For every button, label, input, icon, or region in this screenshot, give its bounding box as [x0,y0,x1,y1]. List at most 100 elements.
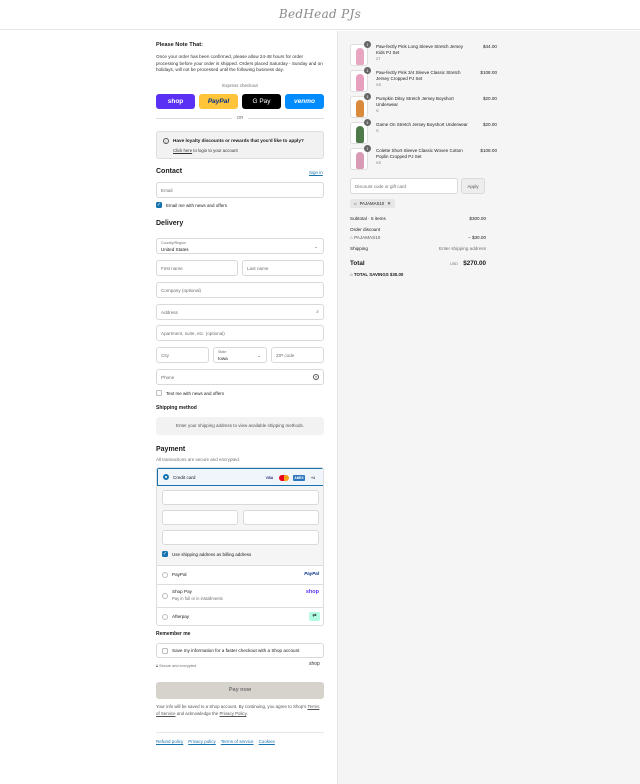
terms-text: Your info will be saved to a Shop accoun… [156,704,324,717]
loyalty-login-link[interactable]: Click here [173,148,192,153]
card-form: ✓ Use shipping address as billing addres… [157,486,323,566]
country-select[interactable]: Country/Region United States ⌄ [156,238,324,254]
phone-field[interactable]: Phone ? [156,369,324,385]
afterpay-radio[interactable] [162,614,168,620]
footer-links: Refund policy Privacy policy Terms of se… [156,739,275,744]
terms-of-service-footer-link[interactable]: Terms of service [221,739,254,744]
shop-pay-option[interactable]: Shop Pay Pay in full or in installments … [157,585,323,608]
loyalty-title: Have loyalty discounts or rewards that y… [173,138,304,143]
discount-code-field[interactable]: Discount code or gift card [350,178,458,194]
order-discount-code-row: ⌂ PAJAMAS10 − $30.00 [350,235,486,240]
expiration-field[interactable] [162,510,238,525]
express-wallets: shop PayPal G Pay venmo [156,94,324,109]
shop-pay-radio[interactable] [162,593,168,599]
cart-item: 1 Pumpkin Ditsy Stretch Jersey Boyshort U… [350,93,497,120]
cookies-link[interactable]: Cookies [259,739,275,744]
product-name: Game On Stretch Jersey Boyshort Underwea… [376,122,468,134]
applied-discount-code: PAJAMAS10 [359,201,385,206]
amex-icon: AMEX [293,475,305,481]
shipping-row: Shipping Enter shipping address [350,246,486,251]
shop-pay-subtitle: Pay in full or in installments [172,596,223,601]
more-cards-badge[interactable]: +4 [309,475,317,481]
product-image [356,74,364,91]
pay-now-button[interactable]: Pay now [156,682,324,699]
cart-item: 1 Paw-fectly Pink 3/4 Sleeve Classic Stre… [350,67,497,94]
security-code-field[interactable] [243,510,319,525]
email-field[interactable]: Email [156,182,324,198]
cart-item: 1 Paw-fectly Pink Long Sleeve Stretch Jer… [350,41,497,68]
city-field[interactable]: City [156,347,209,363]
address-field[interactable]: Address ⌕ [156,304,324,320]
last-name-field[interactable]: Last name [242,260,324,276]
remember-me-label: Save my information for a faster checkou… [172,648,300,653]
newsletter-checkbox[interactable]: ✓ [156,202,162,208]
shipping-method-message: Enter your shipping address to view avai… [156,417,324,435]
state-label: State [218,350,227,354]
product-price: $20.00 [482,122,497,127]
google-pay-button[interactable]: G Pay [242,94,281,109]
state-select[interactable]: State Iowa ⌄ [213,347,267,363]
contact-heading: Contact [156,168,183,175]
site-header: BedHead PJs [0,0,640,30]
product-title: Paw-fectly Pink Long Sleeve Stretch Jers… [376,44,464,55]
terms-text-3: . [246,710,248,716]
newsletter-checkbox-row[interactable]: ✓ Email me with news and offers [156,202,227,208]
search-icon: ⌕ [316,309,319,315]
product-image [356,48,364,65]
checkout-main: Please Note That: Once your order has be… [0,31,337,784]
total-value: $270.00 [463,260,486,267]
total-row: Total USD $270.00 [350,260,486,270]
quantity-badge: 1 [364,93,371,100]
remember-me-heading: Remember me [156,631,191,637]
apply-discount-button[interactable]: Apply [461,178,485,194]
help-icon[interactable]: ? [313,374,319,380]
name-on-card-field[interactable] [162,530,319,545]
refund-policy-link[interactable]: Refund policy [156,739,183,744]
loyalty-subtitle: Click here to login to your account [173,148,238,153]
secure-label: Secure and encrypted [159,664,197,668]
state-value: Iowa [218,356,228,361]
terms-text-2: and acknowledge the [175,710,220,716]
sms-checkbox[interactable] [156,390,162,396]
paypal-radio[interactable] [162,572,168,578]
total-savings-row: ⌂ TOTAL SAVINGS $30.00 [350,272,486,277]
shipping-label: Shipping [350,246,368,251]
visa-icon: VISA [265,476,274,480]
remove-discount-icon[interactable]: ✕ [387,199,391,208]
remember-me-checkbox[interactable] [162,648,168,654]
privacy-policy-footer-link[interactable]: Privacy policy [188,739,216,744]
email-placeholder: Email [161,188,173,193]
product-variant: XS [376,161,382,165]
remember-me-row[interactable]: Save my information for a faster checkou… [156,643,324,658]
city-placeholder: City [161,353,169,358]
privacy-policy-link[interactable]: Privacy Policy [219,711,246,716]
card-number-field[interactable] [162,490,319,505]
order-discount-value: − $30.00 [467,235,486,240]
company-field[interactable]: Company (optional) [156,282,324,298]
cart-item: 1 Colette Short Sleeve Classic Woven Cott… [350,145,497,172]
product-name: Colette Short Sleeve Classic Woven Cotto… [376,148,468,166]
shop-pay-button[interactable]: shop [156,94,195,109]
footer-divider [156,732,324,733]
paypal-option[interactable]: PayPal PayPal [157,566,323,585]
sms-checkbox-row[interactable]: Text me with news and offers [156,390,224,396]
billing-checkbox[interactable]: ✓ [162,551,168,557]
shipping-method-heading: Shipping method [156,405,197,411]
company-placeholder: Company (optional) [161,288,202,293]
billing-checkbox-row[interactable]: ✓ Use shipping address as billing addres… [162,551,251,557]
credit-card-radio[interactable] [163,474,169,480]
apartment-field[interactable]: Apartment, suite, etc. (optional) [156,325,324,341]
billing-label: Use shipping address as billing address [172,551,252,557]
tag-icon: ⌂ [354,201,357,206]
product-name: Paw-fectly Pink Long Sleeve Stretch Jers… [376,44,468,62]
newsletter-label: Email me with news and offers [166,202,227,208]
credit-card-option[interactable]: Credit card VISA AMEX +4 [157,468,323,486]
sign-in-link[interactable]: Sign in [309,170,337,175]
zip-field[interactable]: ZIP code [271,347,324,363]
store-logo[interactable]: BedHead PJs [0,7,640,21]
venmo-button[interactable]: venmo [285,94,324,109]
afterpay-option[interactable]: Afterpay ⇄ [157,608,323,625]
order-summary: 1 Paw-fectly Pink Long Sleeve Stretch Jer… [337,31,640,784]
paypal-button[interactable]: PayPal [199,94,238,109]
first-name-field[interactable]: First name [156,260,238,276]
